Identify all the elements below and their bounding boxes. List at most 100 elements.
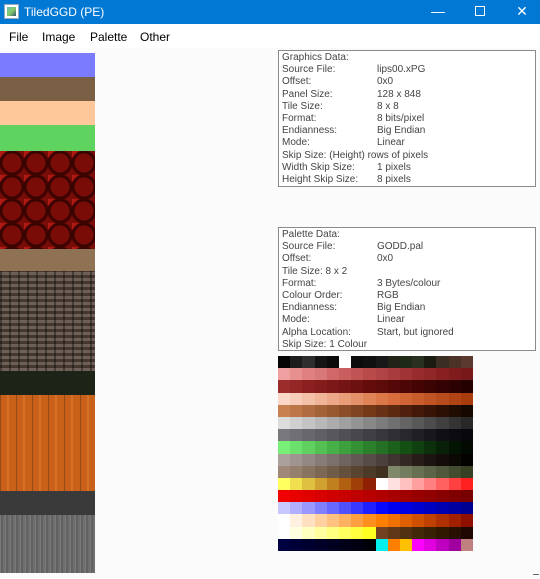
palette-swatch[interactable] [278,380,291,393]
palette-swatch[interactable] [448,416,461,430]
palette-swatch[interactable] [290,429,303,442]
palette-swatch[interactable] [314,477,327,491]
palette-swatch[interactable] [338,416,352,430]
palette-swatch[interactable] [375,356,388,369]
palette-swatch[interactable] [375,538,388,551]
palette-swatch[interactable] [460,477,473,491]
palette-swatch[interactable] [363,538,376,551]
palette-swatch[interactable] [375,380,388,393]
palette-swatch[interactable] [278,441,291,454]
palette-swatch[interactable] [351,441,364,454]
palette-swatch[interactable] [314,380,327,393]
palette-swatch[interactable] [290,526,303,539]
palette-swatch[interactable] [338,490,352,503]
palette-swatch[interactable] [412,416,425,430]
palette-swatch[interactable] [448,380,461,393]
palette-swatch[interactable] [338,453,352,466]
palette-swatch[interactable] [412,368,425,381]
palette-swatch[interactable] [338,380,352,393]
maximize-button[interactable] [458,0,502,24]
palette-swatch[interactable] [436,416,449,430]
palette-swatch[interactable] [399,453,413,466]
palette-swatch[interactable] [314,538,327,551]
palette-swatch[interactable] [314,392,327,405]
palette-swatch[interactable] [424,502,437,515]
palette-swatch[interactable] [424,490,437,503]
palette-swatch[interactable] [290,490,303,503]
palette-swatch[interactable] [436,526,449,539]
palette-swatch[interactable] [424,404,437,417]
palette-swatch[interactable] [278,526,291,539]
palette-swatch[interactable] [375,526,388,539]
palette-swatch[interactable] [399,490,413,503]
palette-swatch[interactable] [399,477,413,491]
palette-swatch[interactable] [399,502,413,515]
palette-swatch[interactable] [302,477,315,491]
palette-swatch[interactable] [399,514,413,527]
palette-swatch[interactable] [290,368,303,381]
palette-swatch[interactable] [399,465,413,478]
palette-swatch[interactable] [363,526,376,539]
palette-swatch[interactable] [351,429,364,442]
palette-swatch[interactable] [314,429,327,442]
palette-swatch[interactable] [460,526,473,539]
palette-swatch[interactable] [314,453,327,466]
palette-swatch[interactable] [436,453,449,466]
palette-swatch[interactable] [314,490,327,503]
palette-swatch[interactable] [448,477,461,491]
palette-swatch[interactable] [424,392,437,405]
palette-swatch[interactable] [363,356,376,369]
palette-swatch[interactable] [387,429,400,442]
palette-swatch[interactable] [460,502,473,515]
palette-swatch[interactable] [351,416,364,430]
palette-swatch[interactable] [460,368,473,381]
palette-swatch[interactable] [375,429,388,442]
palette-swatch[interactable] [436,465,449,478]
palette-swatch[interactable] [436,356,449,369]
palette-swatch[interactable] [278,392,291,405]
palette-swatch[interactable] [460,404,473,417]
palette-swatch[interactable] [326,477,339,491]
palette-swatch[interactable] [399,429,413,442]
palette-swatch[interactable] [460,416,473,430]
palette-swatch[interactable] [338,441,352,454]
palette-swatch[interactable] [412,380,425,393]
palette-swatch[interactable] [363,465,376,478]
palette-swatch[interactable] [436,392,449,405]
palette-swatch[interactable] [387,404,400,417]
palette-swatch[interactable] [314,416,327,430]
palette-swatch[interactable] [424,477,437,491]
palette-swatch[interactable] [424,441,437,454]
palette-swatch[interactable] [460,465,473,478]
palette-swatch[interactable] [363,453,376,466]
palette-swatch[interactable] [412,429,425,442]
palette-swatch[interactable] [302,380,315,393]
palette-swatch[interactable] [278,416,291,430]
palette-swatch[interactable] [387,416,400,430]
palette-swatch[interactable] [412,490,425,503]
palette-swatch[interactable] [375,392,388,405]
palette-swatch[interactable] [387,441,400,454]
palette-swatch[interactable] [436,514,449,527]
palette-swatch[interactable] [338,538,352,551]
palette-swatch[interactable] [302,404,315,417]
palette-swatch[interactable] [351,404,364,417]
palette-swatch[interactable] [375,404,388,417]
palette-swatch[interactable] [326,514,339,527]
palette-swatch[interactable] [387,514,400,527]
palette-swatch[interactable] [375,465,388,478]
palette-swatch[interactable] [448,502,461,515]
palette-swatch[interactable] [448,441,461,454]
palette-swatch[interactable] [363,392,376,405]
palette-swatch[interactable] [290,453,303,466]
palette-swatch[interactable] [351,526,364,539]
palette-swatch[interactable] [399,368,413,381]
palette-swatch[interactable] [338,465,352,478]
palette-swatch[interactable] [424,538,437,551]
palette-swatch[interactable] [302,392,315,405]
palette-swatch[interactable] [278,477,291,491]
palette-swatch[interactable] [302,429,315,442]
palette-swatch[interactable] [338,356,352,369]
palette-swatch[interactable] [399,404,413,417]
palette-swatch[interactable] [363,490,376,503]
